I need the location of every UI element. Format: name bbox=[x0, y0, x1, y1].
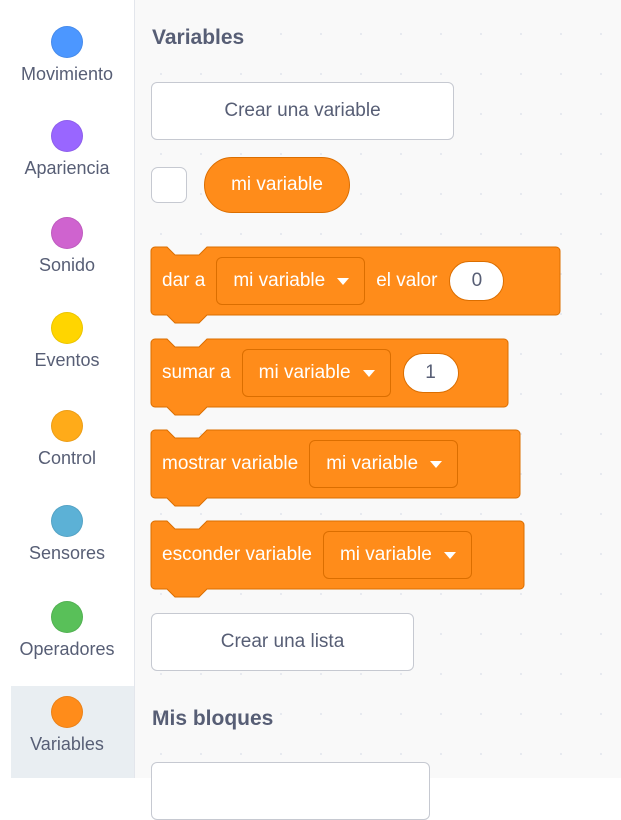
show-variable-block[interactable]: mostrar variable mi variable bbox=[150, 429, 521, 510]
create-variable-button[interactable]: Crear una variable bbox=[151, 82, 454, 140]
category-label: Operadores bbox=[19, 639, 115, 659]
looks-category-dot-icon bbox=[51, 120, 83, 152]
change-variable-block[interactable]: sumar a mi variable 1 bbox=[150, 338, 509, 419]
dropdown-caret-icon bbox=[362, 369, 375, 377]
category-apariencia[interactable]: Apariencia bbox=[0, 110, 134, 204]
create-list-button[interactable]: Crear una lista bbox=[151, 613, 414, 671]
category-control[interactable]: Control bbox=[0, 400, 134, 494]
category-label: Apariencia bbox=[24, 158, 110, 178]
sound-category-dot-icon bbox=[51, 217, 83, 249]
category-sidebar: Movimiento Apariencia Sonido Eventos Con… bbox=[0, 0, 135, 778]
value-input[interactable]: 1 bbox=[402, 353, 459, 393]
category-label: Movimiento bbox=[20, 64, 114, 84]
make-a-block-button[interactable] bbox=[151, 762, 430, 820]
category-label: Sonido bbox=[38, 255, 96, 275]
block-text: el valor bbox=[376, 270, 438, 291]
operators-category-dot-icon bbox=[51, 601, 83, 633]
block-palette-flyout: Variables Crear una variable mi variable… bbox=[135, 0, 621, 820]
variable-dropdown[interactable]: mi variable bbox=[216, 257, 366, 305]
category-eventos[interactable]: Eventos bbox=[0, 302, 134, 396]
hide-variable-block[interactable]: esconder variable mi variable bbox=[150, 520, 525, 601]
variable-dropdown[interactable]: mi variable bbox=[322, 531, 472, 579]
set-variable-block[interactable]: dar a mi variable el valor 0 bbox=[150, 246, 562, 327]
block-text: esconder variable bbox=[162, 544, 312, 565]
variable-dropdown[interactable]: mi variable bbox=[241, 349, 391, 397]
category-label: Variables bbox=[30, 734, 104, 754]
block-text: dar a bbox=[162, 270, 206, 291]
dropdown-value: mi variable bbox=[233, 270, 326, 291]
category-label: Control bbox=[37, 448, 97, 468]
variable-dropdown[interactable]: mi variable bbox=[309, 440, 459, 488]
category-sonido[interactable]: Sonido bbox=[0, 207, 134, 301]
dropdown-caret-icon bbox=[337, 277, 350, 285]
category-variables[interactable]: Variables bbox=[11, 686, 134, 778]
dropdown-caret-icon bbox=[443, 551, 456, 559]
dropdown-value: mi variable bbox=[339, 544, 432, 565]
category-sensores[interactable]: Sensores bbox=[0, 495, 134, 589]
value-input[interactable]: 0 bbox=[449, 261, 505, 301]
block-text: sumar a bbox=[162, 362, 231, 383]
variables-category-dot-icon bbox=[50, 696, 83, 728]
events-category-dot-icon bbox=[51, 312, 83, 344]
variable-reporter-block[interactable]: mi variable bbox=[204, 157, 350, 213]
category-label: Sensores bbox=[28, 543, 106, 563]
my-blocks-heading: Mis bloques bbox=[152, 707, 274, 730]
variables-heading: Variables bbox=[152, 26, 245, 49]
dropdown-value: mi variable bbox=[258, 362, 351, 383]
dropdown-caret-icon bbox=[430, 460, 443, 468]
control-category-dot-icon bbox=[51, 410, 83, 442]
block-text: mostrar variable bbox=[162, 453, 299, 474]
sensing-category-dot-icon bbox=[51, 505, 83, 537]
variable-monitor-checkbox[interactable] bbox=[151, 167, 187, 203]
category-label: Eventos bbox=[34, 350, 100, 370]
category-movimiento[interactable]: Movimiento bbox=[0, 16, 134, 110]
dropdown-value: mi variable bbox=[326, 453, 419, 474]
motion-category-dot-icon bbox=[51, 26, 83, 58]
category-operadores[interactable]: Operadores bbox=[0, 591, 134, 685]
